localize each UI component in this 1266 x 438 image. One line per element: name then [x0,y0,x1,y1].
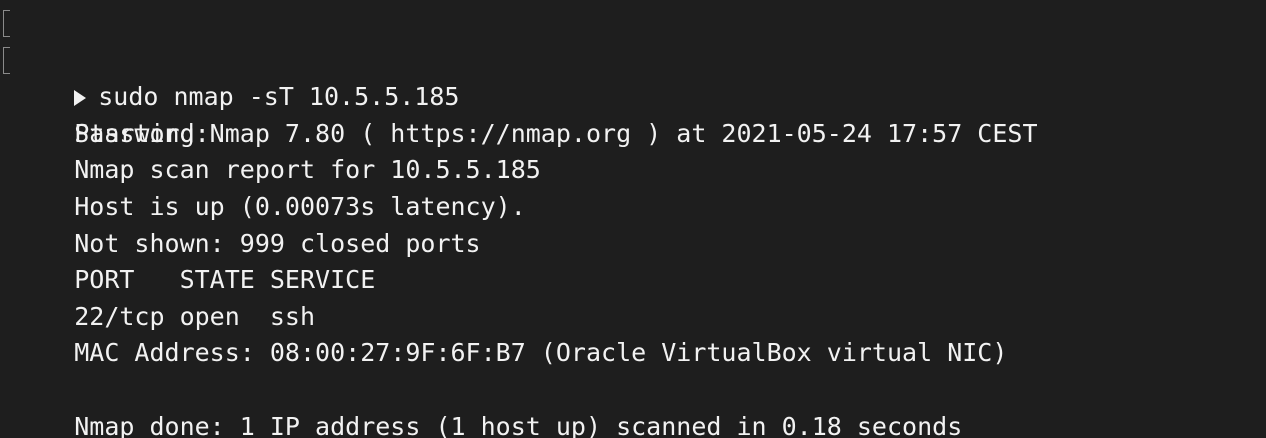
line-marker-icon [3,46,10,74]
terminal-window[interactable]: sudo nmap -sT 10.5.5.185 Password: Start… [0,0,1266,438]
output-text: Nmap done: 1 IP address (1 host up) scan… [74,411,963,438]
output-line-password: Password: [0,43,1266,148]
output-line: Host is up (0.00073s latency). [0,152,1266,221]
line-marker-icon [3,10,10,37]
port-table-header: PORT STATE SERVICE [0,226,1266,294]
port-table-row: 22/tcp open ssh [0,262,1266,331]
command-line: sudo nmap -sT 10.5.5.185 [0,6,1266,111]
output-line: Nmap done: 1 IP address (1 host up) scan… [0,372,1266,438]
output-line: Not shown: 999 closed ports [0,189,1266,258]
output-line: Starting Nmap 7.80 ( https://nmap.org ) … [0,79,1266,148]
output-line: Nmap scan report for 10.5.5.185 [0,116,1266,184]
output-line: MAC Address: 08:00:27:9F:6F:B7 (Oracle V… [0,299,1266,367]
